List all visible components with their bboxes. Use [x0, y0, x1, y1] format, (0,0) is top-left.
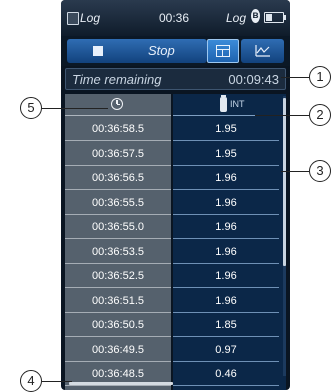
- clock: 00:36: [159, 11, 190, 25]
- callout-2-leader: [255, 115, 309, 116]
- log-file-icon: [67, 12, 79, 25]
- probe-icon: [220, 95, 227, 112]
- stop-button[interactable]: Stop: [67, 39, 207, 63]
- callout-4: 4: [20, 370, 42, 392]
- callout-3-leader: [281, 171, 309, 172]
- table-row-value: 0.97: [173, 339, 279, 362]
- callout-5-leader: [42, 108, 108, 109]
- table-row-time: 00:36:55.0: [65, 216, 171, 239]
- value-unit: INT: [230, 99, 245, 109]
- time-column-header[interactable]: [65, 94, 171, 116]
- table-row-value: 1.96: [173, 290, 279, 313]
- callout-3: 3: [309, 160, 331, 182]
- callout-1-leader: [281, 77, 309, 78]
- table-grid-icon: [216, 45, 230, 57]
- table-view-button[interactable]: [207, 39, 239, 63]
- table-row-time: 00:36:56.5: [65, 167, 171, 190]
- table-row-time: 00:36:50.5: [65, 314, 171, 337]
- battery-icon: [264, 12, 286, 23]
- table-row-value: 1.96: [173, 241, 279, 264]
- clock-icon: [111, 98, 123, 110]
- bluetooth-icon: ʙ: [251, 9, 260, 23]
- table-row-time: 00:36:53.5: [65, 241, 171, 264]
- time-remaining-bar: Time remaining 00:09:43: [65, 68, 286, 90]
- chart-view-button[interactable]: [241, 39, 284, 63]
- table-row-value: 1.85: [173, 314, 279, 337]
- table-row-time: 00:36:52.5: [65, 265, 171, 288]
- callout-4-leader: [42, 381, 72, 382]
- table-row-time: 00:36:58.5: [65, 118, 171, 141]
- horizontal-scrollbar[interactable]: [69, 382, 173, 385]
- table-row-value: 1.96: [173, 265, 279, 288]
- log-table[interactable]: INT 00:36:58.5 1.95 00:36:57.5 1.95 00:36:56…: [65, 94, 286, 390]
- callout-1: 1: [309, 66, 331, 88]
- value-column-header[interactable]: INT: [173, 94, 286, 116]
- vertical-scrollbar[interactable]: [283, 98, 286, 266]
- table-row-time: 00:36:55.5: [65, 192, 171, 215]
- app-name: Log: [80, 11, 101, 25]
- time-remaining-value: 00:09:43: [228, 72, 279, 87]
- table-row-value: 1.96: [173, 192, 279, 215]
- table-row-time: 00:36:49.5: [65, 339, 171, 362]
- toolbar: Stop: [61, 36, 290, 66]
- callout-2: 2: [309, 104, 331, 126]
- time-remaining-label: Time remaining: [72, 72, 162, 87]
- table-row-value: 1.96: [173, 216, 279, 239]
- table-row-value: 1.96: [173, 167, 279, 190]
- table-row-value: 1.95: [173, 118, 279, 141]
- status-bar: Log 00:36 Log ʙ: [61, 0, 290, 36]
- line-chart-icon: [255, 45, 270, 57]
- table-row-value: 1.95: [173, 143, 279, 166]
- stop-square-icon: [93, 46, 103, 56]
- table-row-time: 00:36:51.5: [65, 290, 171, 313]
- stop-label: Stop: [148, 43, 175, 58]
- device-screen: Log 00:36 Log ʙ Stop Time remaining 00:0…: [61, 0, 290, 390]
- table-row-value: 0.46: [173, 363, 279, 386]
- callout-5: 5: [20, 97, 42, 119]
- mode-label: Log: [226, 11, 247, 25]
- table-row-time: 00:36:57.5: [65, 143, 171, 166]
